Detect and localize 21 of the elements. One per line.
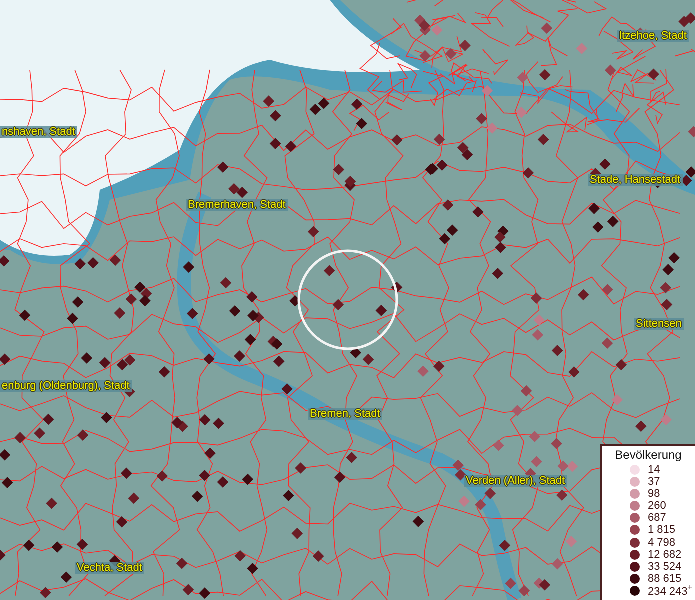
place-label: Bremen, Stadt bbox=[308, 408, 382, 420]
place-label: Verden (Aller), Stadt bbox=[464, 475, 568, 487]
legend-label: 687 bbox=[648, 512, 666, 524]
legend-label: 88 615 bbox=[648, 572, 682, 585]
legend-label: 260 bbox=[648, 500, 666, 512]
place-label: Bremerhaven, Stadt bbox=[186, 199, 288, 211]
legend-label: 37 bbox=[648, 476, 660, 488]
legend-label: 4 798 bbox=[648, 536, 676, 549]
place-label: nshaven, Stadt bbox=[0, 126, 78, 138]
place-label: Vechta, Stadt bbox=[75, 562, 144, 574]
place-label: Stade, Hansestadt bbox=[588, 174, 683, 186]
place-label: Sittensen bbox=[634, 318, 684, 330]
legend-label: 234 243$^{+}$ bbox=[648, 583, 692, 598]
legend-label: 1 815 bbox=[648, 524, 676, 536]
legend-label: 14 bbox=[648, 464, 660, 476]
place-label: Itzehoe, Stadt bbox=[617, 30, 689, 42]
place-label: enburg (Oldenburg), Stadt bbox=[0, 380, 132, 392]
legend-title: Bevölkerung bbox=[614, 448, 683, 462]
legend-label: 98 bbox=[648, 488, 660, 500]
legend-label: 33 524 bbox=[648, 560, 682, 573]
legend-label: 12 682 bbox=[648, 548, 682, 561]
